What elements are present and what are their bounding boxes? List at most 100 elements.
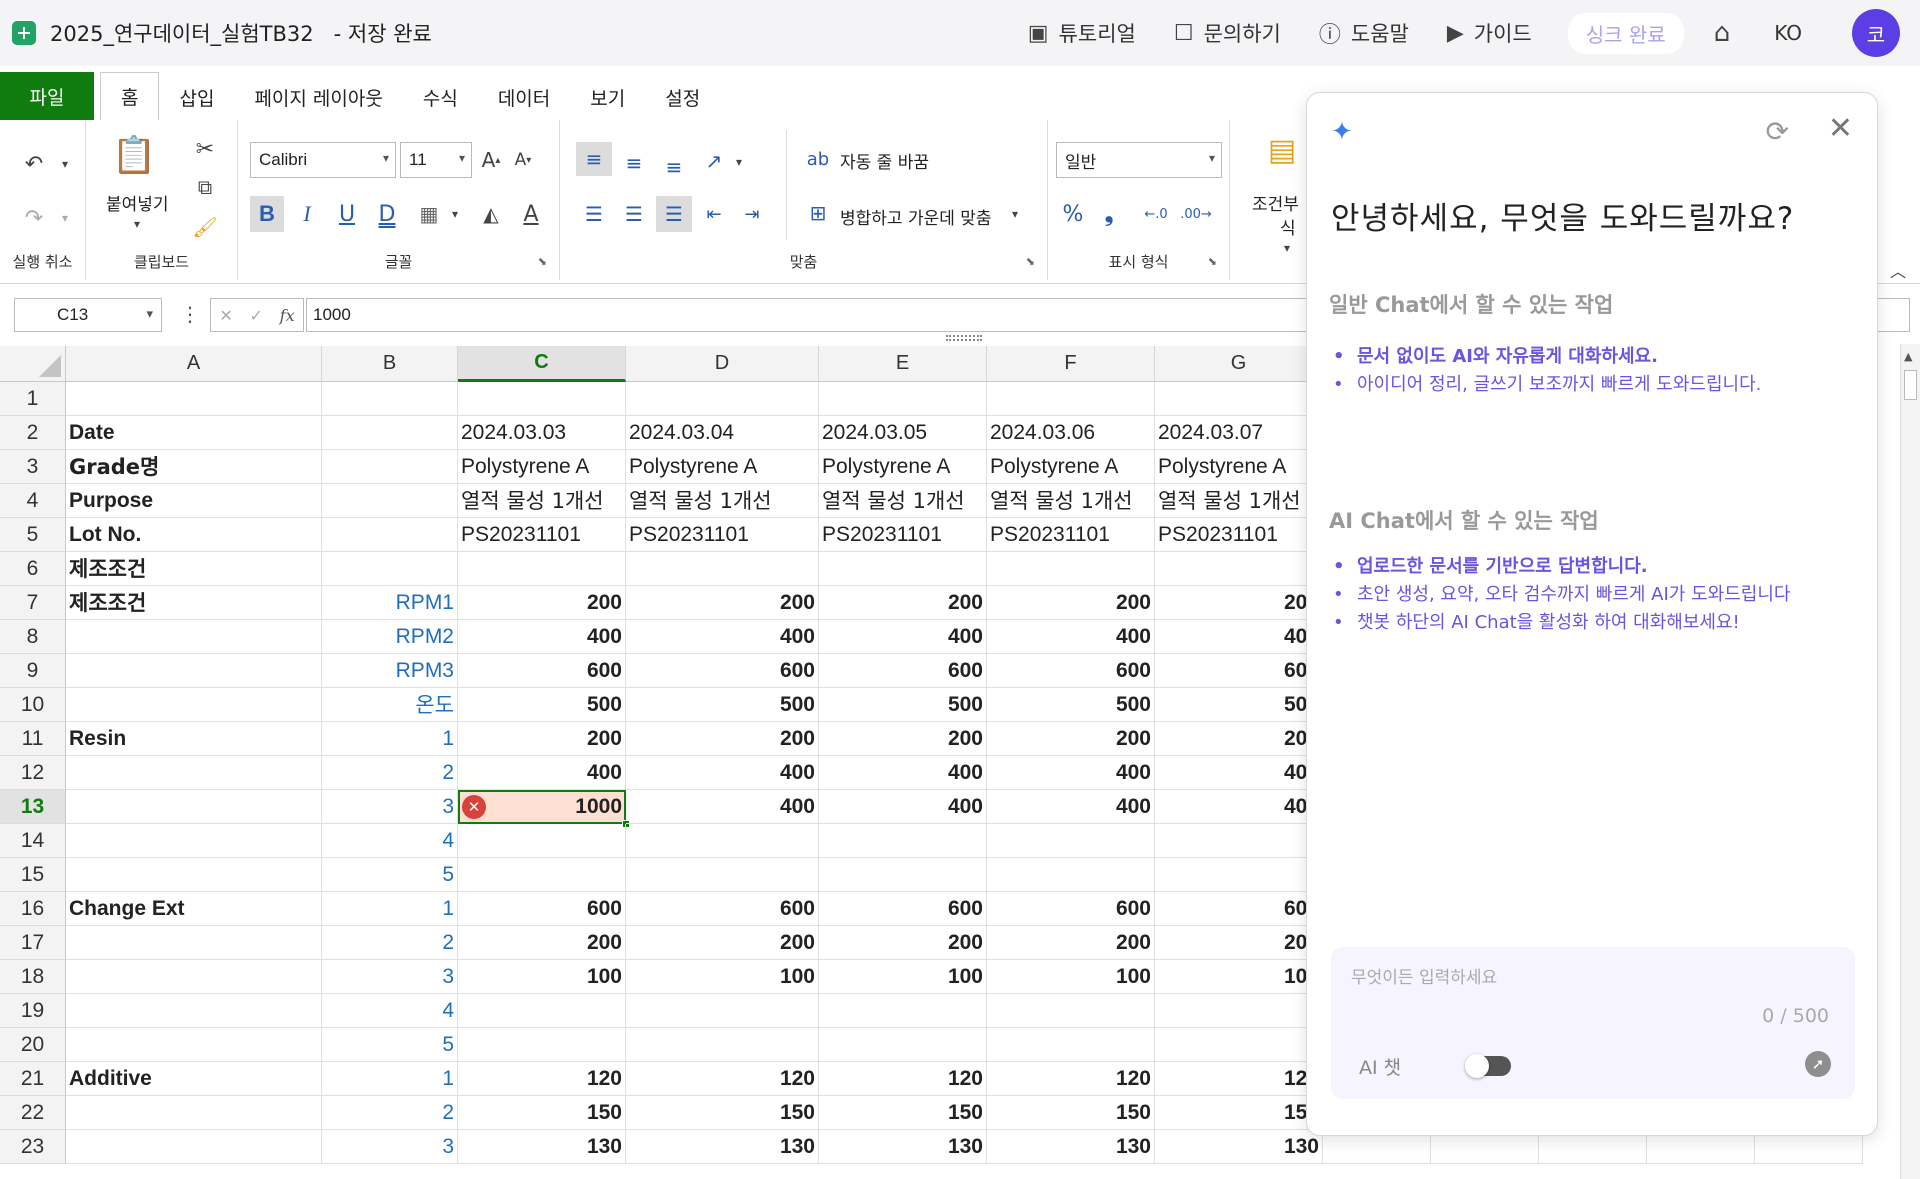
cell-e7[interactable]: 200: [819, 586, 987, 620]
cell-g18[interactable]: 100: [1155, 960, 1323, 994]
column-header-b[interactable]: B: [322, 346, 458, 382]
cell-d22[interactable]: 150: [626, 1096, 819, 1130]
cell-b15[interactable]: 5: [322, 858, 458, 892]
cell-c8[interactable]: 400: [458, 620, 626, 654]
cell-g8[interactable]: 400: [1155, 620, 1323, 654]
column-header-a[interactable]: A: [66, 346, 322, 382]
row-header[interactable]: 12: [0, 756, 66, 790]
cell-a7[interactable]: 제조조건: [66, 586, 322, 620]
font-dialog-launcher-icon[interactable]: ⬊: [538, 255, 547, 268]
row-header[interactable]: 15: [0, 858, 66, 892]
cell-f11[interactable]: 200: [987, 722, 1155, 756]
row-header[interactable]: 6: [0, 552, 66, 586]
tab-settings[interactable]: 설정: [645, 74, 720, 120]
cell-f9[interactable]: 600: [987, 654, 1155, 688]
help-button[interactable]: ⓘ 도움말: [1319, 17, 1409, 49]
row-header[interactable]: 17: [0, 926, 66, 960]
cell-d4[interactable]: 열적 물성 1개선: [626, 484, 819, 518]
cell-c7[interactable]: 200: [458, 586, 626, 620]
cell-c15[interactable]: [458, 858, 626, 892]
cell-b9[interactable]: RPM3: [322, 654, 458, 688]
cell-c21[interactable]: 120: [458, 1062, 626, 1096]
cell-e20[interactable]: [819, 1028, 987, 1062]
cell-e15[interactable]: [819, 858, 987, 892]
formula-bar-resize-handle[interactable]: [946, 335, 982, 341]
number-format-select[interactable]: 일반: [1056, 142, 1222, 178]
cell-b8[interactable]: RPM2: [322, 620, 458, 654]
orientation-dropdown-icon[interactable]: ▾: [732, 150, 746, 174]
cell-d5[interactable]: PS20231101: [626, 518, 819, 552]
font-name-select[interactable]: Calibri: [250, 142, 396, 178]
cell-b6[interactable]: [322, 552, 458, 586]
cell-f22[interactable]: 150: [987, 1096, 1155, 1130]
more-options-icon[interactable]: ⋮: [180, 302, 200, 326]
redo-dropdown-icon[interactable]: ▾: [58, 206, 72, 230]
vertical-scrollbar[interactable]: ▲: [1900, 344, 1920, 1179]
cell-e13[interactable]: 400: [819, 790, 987, 824]
merge-center-button[interactable]: 병합하고 가운데 맞춤: [840, 204, 992, 229]
decrease-indent-icon[interactable]: ⇤: [696, 196, 732, 232]
cell-a1[interactable]: [66, 382, 322, 416]
confirm-icon[interactable]: ✓: [250, 306, 263, 325]
cell-d9[interactable]: 600: [626, 654, 819, 688]
cell-e10[interactable]: 500: [819, 688, 987, 722]
cell-c17[interactable]: 200: [458, 926, 626, 960]
cell-e19[interactable]: [819, 994, 987, 1028]
cell-d6[interactable]: [626, 552, 819, 586]
cell-f13[interactable]: 400: [987, 790, 1155, 824]
guide-button[interactable]: ▶ 가이드: [1447, 18, 1532, 48]
decrease-decimal-icon[interactable]: .00→: [1176, 196, 1216, 232]
cell-g2[interactable]: 2024.03.07: [1155, 416, 1323, 450]
cell-g11[interactable]: 200: [1155, 722, 1323, 756]
column-header-g[interactable]: G: [1155, 346, 1323, 382]
border-dropdown-icon[interactable]: ▾: [448, 202, 462, 226]
row-header[interactable]: 7: [0, 586, 66, 620]
cell-g20[interactable]: [1155, 1028, 1323, 1062]
align-right-icon[interactable]: ☰: [656, 196, 692, 232]
cell-a13[interactable]: [66, 790, 322, 824]
row-header[interactable]: 3: [0, 450, 66, 484]
cell-f5[interactable]: PS20231101: [987, 518, 1155, 552]
send-icon[interactable]: ➚: [1805, 1051, 1831, 1077]
cell-b23[interactable]: 3: [322, 1130, 458, 1164]
cell-g17[interactable]: 200: [1155, 926, 1323, 960]
cell-d10[interactable]: 500: [626, 688, 819, 722]
cell-f8[interactable]: 400: [987, 620, 1155, 654]
tab-insert[interactable]: 삽입: [159, 74, 234, 120]
cell-c12[interactable]: 400: [458, 756, 626, 790]
cell-a9[interactable]: [66, 654, 322, 688]
scrollbar-thumb[interactable]: [1904, 370, 1917, 400]
conditional-format-icon[interactable]: ▤: [1262, 130, 1302, 170]
cell-e11[interactable]: 200: [819, 722, 987, 756]
row-header[interactable]: 18: [0, 960, 66, 994]
align-left-icon[interactable]: ☰: [576, 196, 612, 232]
home-icon[interactable]: ⌂: [1714, 18, 1731, 48]
column-header-d[interactable]: D: [626, 346, 819, 382]
row-header[interactable]: 2: [0, 416, 66, 450]
cell-f7[interactable]: 200: [987, 586, 1155, 620]
cell-a8[interactable]: [66, 620, 322, 654]
cell-b13[interactable]: 3: [322, 790, 458, 824]
cell-c4[interactable]: 열적 물성 1개선: [458, 484, 626, 518]
cell-e3[interactable]: Polystyrene A: [819, 450, 987, 484]
insert-function-icon[interactable]: fx: [280, 306, 295, 325]
cell-b11[interactable]: 1: [322, 722, 458, 756]
select-all-corner[interactable]: [0, 346, 66, 382]
border-icon[interactable]: ▦: [412, 196, 446, 232]
cancel-icon[interactable]: ✕: [219, 306, 232, 325]
collapse-ribbon-icon[interactable]: ︿: [1890, 258, 1906, 282]
cell-f18[interactable]: 100: [987, 960, 1155, 994]
cell-g1[interactable]: [1155, 382, 1323, 416]
cell-g12[interactable]: 400: [1155, 756, 1323, 790]
cell-d12[interactable]: 400: [626, 756, 819, 790]
cell-a22[interactable]: [66, 1096, 322, 1130]
cell-b10[interactable]: 온도: [322, 688, 458, 722]
increase-indent-icon[interactable]: ⇥: [734, 196, 770, 232]
paste-label[interactable]: 붙여넣기: [106, 190, 169, 215]
cell-d8[interactable]: 400: [626, 620, 819, 654]
row-header[interactable]: 13: [0, 790, 66, 824]
column-header-e[interactable]: E: [819, 346, 987, 382]
cell-c5[interactable]: PS20231101: [458, 518, 626, 552]
copy-icon[interactable]: ⧉: [190, 172, 220, 202]
cell-c23[interactable]: 130: [458, 1130, 626, 1164]
